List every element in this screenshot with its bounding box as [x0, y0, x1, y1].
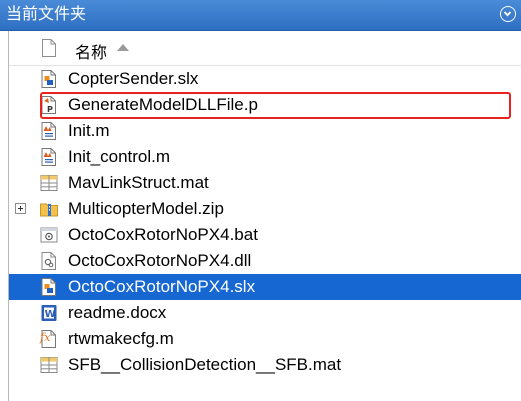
file-name: Init_control.m: [68, 147, 171, 166]
m-function-icon: fx: [39, 329, 59, 349]
file-name: SFB__CollisionDetection__SFB.mat: [68, 355, 342, 374]
file-name: MulticopterModel.zip: [68, 199, 224, 218]
file-name: CopterSender.slx: [68, 69, 199, 88]
mat-file-icon: [39, 355, 59, 375]
file-list: CopterSender.slx P GenerateModelDLLFile.p I…: [9, 66, 521, 378]
m-script-icon: [39, 147, 59, 167]
file-name: OctoCoxRotorNoPX4.slx: [68, 277, 256, 296]
svg-text:fx: fx: [39, 331, 51, 344]
file-row[interactable]: CopterSender.slx: [9, 66, 521, 92]
file-name: rtwmakecfg.m: [68, 329, 174, 348]
file-row[interactable]: OctoCoxRotorNoPX4.bat: [9, 222, 521, 248]
name-column-header[interactable]: 名称: [75, 39, 107, 63]
file-row[interactable]: OctoCoxRotorNoPX4.slx: [9, 274, 521, 300]
file-row[interactable]: P GenerateModelDLLFile.p: [9, 92, 521, 118]
file-name: Init.m: [68, 121, 110, 140]
mat-file-icon: [39, 173, 59, 193]
sort-ascending-icon: [117, 44, 129, 51]
current-folder-panel: 当前文件夹 名称 CopterSender.slx P GenerateModelD…: [0, 0, 521, 401]
expand-plus-icon[interactable]: [15, 203, 26, 214]
bat-file-icon: [39, 225, 59, 245]
file-row[interactable]: fx rtwmakecfg.m: [9, 326, 521, 352]
file-row[interactable]: OctoCoxRotorNoPX4.dll: [9, 248, 521, 274]
blank-document-icon: [42, 39, 56, 57]
file-name: OctoCoxRotorNoPX4.dll: [68, 251, 252, 270]
word-doc-icon: W: [39, 303, 59, 323]
panel-titlebar: 当前文件夹: [0, 0, 521, 31]
file-row[interactable]: Init.m: [9, 118, 521, 144]
file-row[interactable]: MulticopterModel.zip: [9, 196, 521, 222]
file-name: OctoCoxRotorNoPX4.bat: [68, 225, 258, 244]
panel-menu-button[interactable]: [500, 6, 516, 22]
file-name: GenerateModelDLLFile.p: [68, 95, 258, 114]
svg-text:W: W: [45, 309, 56, 320]
svg-text:P: P: [47, 105, 53, 114]
file-row[interactable]: Init_control.m: [9, 144, 521, 170]
p-file-icon: P: [39, 95, 59, 115]
file-row[interactable]: SFB__CollisionDetection__SFB.mat: [9, 352, 521, 378]
file-row[interactable]: Wreadme.docx: [9, 300, 521, 326]
m-script-icon: [39, 121, 59, 141]
dll-file-icon: [39, 251, 59, 271]
file-name: MavLinkStruct.mat: [68, 173, 209, 192]
zip-folder-icon: [39, 199, 59, 219]
slx-file-icon: [39, 69, 59, 89]
file-name: readme.docx: [68, 303, 167, 322]
chevron-down-icon: [503, 11, 512, 17]
column-header: 名称: [9, 31, 521, 66]
file-row[interactable]: MavLinkStruct.mat: [9, 170, 521, 196]
panel-title: 当前文件夹: [6, 6, 87, 23]
slx-file-icon: [39, 277, 59, 297]
